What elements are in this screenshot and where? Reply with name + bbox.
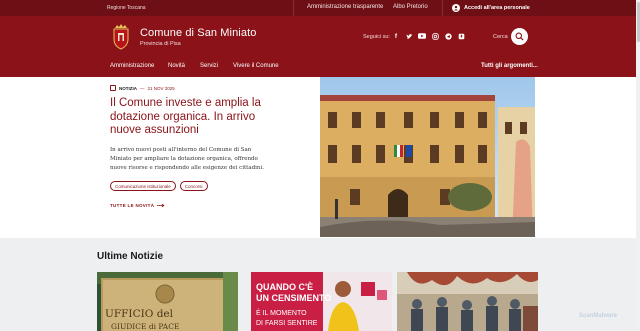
scrollbar-thumb[interactable]	[636, 2, 640, 42]
arrow-right-icon	[157, 203, 165, 208]
search-label: Cerca	[493, 34, 508, 40]
search-icon	[515, 32, 524, 41]
nav-item-all-topics[interactable]: Tutti gli argomenti...	[481, 63, 538, 69]
calendar-icon	[110, 85, 116, 91]
facebook-icon[interactable]: f	[392, 32, 400, 40]
nav-item-amministrazione[interactable]: Amministrazione	[110, 63, 154, 69]
nav-item-novita[interactable]: Novità	[168, 63, 185, 69]
poster-line-2: UN CENSIMENTO	[256, 293, 331, 303]
search-button[interactable]	[511, 28, 528, 45]
news-tag: NOTIZIA — 21 NOV 2025	[110, 85, 175, 91]
chip-comunicazione[interactable]: Comunicazione istituzionale	[110, 181, 176, 191]
social-links: f	[392, 32, 465, 40]
page-scrollbar[interactable]	[636, 0, 640, 331]
coat-of-arms-icon[interactable]	[111, 24, 131, 50]
news-date: 21 NOV 2025	[147, 85, 175, 91]
top-bar: Regione Toscana Amministrazione traspare…	[0, 0, 640, 16]
watermark-logo: ScanMalware	[579, 313, 618, 319]
main-nav: Amministrazione Novità Servizi Vivere il…	[0, 61, 640, 75]
hero-image[interactable]	[320, 77, 535, 237]
news-category: NOTIZIA	[119, 85, 137, 91]
news-card-evento[interactable]	[397, 272, 538, 331]
youtube-icon[interactable]	[418, 32, 426, 40]
hero-chips: Comunicazione istituzionale Concorsi	[110, 181, 208, 191]
instagram-icon[interactable]	[431, 32, 439, 40]
albo-pretorio-link[interactable]: Albo Pretorio	[393, 4, 428, 10]
poster-line-3: È IL MOMENTO	[256, 308, 307, 317]
latest-news-title: Ultime Notizie	[97, 251, 164, 262]
separator: —	[140, 85, 145, 91]
site-title[interactable]: Comune di San Miniato	[140, 27, 256, 39]
chip-concorsi[interactable]: Concorsi	[179, 181, 208, 191]
sign-line-1: UFFICIO del	[105, 308, 174, 320]
poster-line-4: DI FARSI SENTIRE	[256, 320, 318, 327]
site-subtitle: Provincia di Pisa	[140, 41, 181, 47]
login-button[interactable]: Accedi all'area personale	[442, 0, 542, 16]
nav-item-servizi[interactable]: Servizi	[200, 63, 218, 69]
podcast-icon[interactable]	[457, 32, 465, 40]
hero-headline[interactable]: Il Comune investe e amplia la dotazione …	[110, 97, 275, 138]
poster-line-1: QUANDO C'È	[256, 282, 313, 292]
twitter-icon[interactable]	[405, 32, 413, 40]
amministrazione-trasparente-link[interactable]: Amministrazione trasparente	[307, 4, 383, 10]
follow-label: Seguici su:	[363, 34, 390, 40]
login-label: Accedi all'area personale	[464, 5, 530, 11]
region-link[interactable]: Regione Toscana	[107, 5, 146, 11]
sign-line-2: GIUDICE di PACE	[111, 322, 179, 331]
all-news-link[interactable]: TUTTE LE NOVITÀ	[110, 203, 165, 208]
nav-item-vivere-il-comune[interactable]: Vivere il Comune	[233, 63, 279, 69]
news-card-giudice-di-pace[interactable]: UFFICIO del GIUDICE di PACE	[97, 272, 238, 331]
news-card-censimento[interactable]: QUANDO C'È UN CENSIMENTO È IL MOMENTO DI…	[251, 272, 392, 331]
site-header: Comune di San Miniato Provincia di Pisa …	[0, 16, 640, 77]
divider	[293, 0, 294, 16]
hero-lead: In arrivo nuovi posti all'interno del Co…	[110, 147, 264, 171]
telegram-icon[interactable]	[444, 32, 452, 40]
user-icon	[452, 4, 460, 12]
all-news-label: TUTTE LE NOVITÀ	[110, 203, 155, 208]
